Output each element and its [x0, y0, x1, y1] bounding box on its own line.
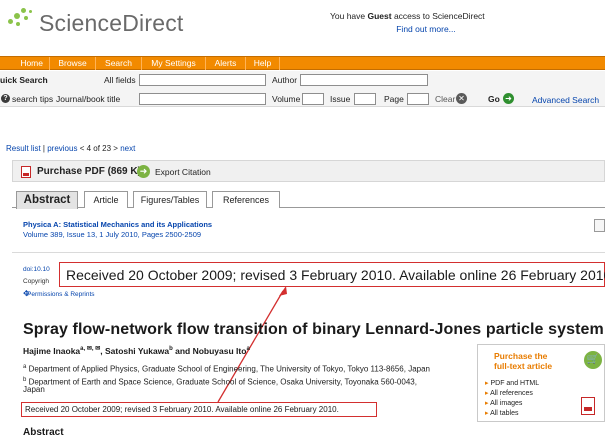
purchase-title: Purchase the full-text article	[494, 351, 552, 371]
pdf-icon	[581, 397, 595, 415]
affiliation-b: b Department of Earth and Space Science,…	[23, 375, 417, 388]
cart-icon[interactable]: 🛒	[584, 351, 602, 369]
author-sup: a	[246, 346, 250, 352]
affiliation-text: Japan	[23, 385, 45, 394]
sidebar-item-images: All images	[485, 399, 522, 407]
author-sup: a, ✉, ✉	[80, 346, 101, 352]
author-sep: and	[172, 345, 193, 356]
purchase-sidebar[interactable]: Purchase the full-text article 🛒 PDF and…	[477, 344, 605, 422]
author-name[interactable]: Hajime Inaoka	[23, 346, 80, 356]
article-title: Spray flow-network flow transition of bi…	[23, 321, 604, 338]
article-dates: Received 20 October 2009; revised 3 Febr…	[25, 405, 339, 414]
sidebar-item-references: All references	[485, 389, 533, 397]
purchase-title-line: full-text article	[494, 361, 553, 371]
affiliation-b-cont: Japan	[23, 385, 45, 395]
sidebar-item-pdf-html: PDF and HTML	[485, 379, 539, 387]
abstract-heading: Abstract	[23, 427, 64, 438]
author-name[interactable]: Nobuyasu Ito	[193, 346, 247, 356]
author-name[interactable]: Satoshi Yukawa	[105, 346, 169, 356]
affiliation-sup: a	[23, 364, 27, 370]
sidebar-item-tables: All tables	[485, 409, 518, 417]
purchase-title-line: Purchase the	[494, 351, 548, 361]
affiliation-sup: b	[23, 377, 27, 383]
affiliation-a: a Department of Applied Physics, Graduat…	[23, 362, 430, 375]
dates-highlight-box: Received 20 October 2009; revised 3 Febr…	[21, 402, 377, 417]
affiliation-text: Department of Applied Physics, Graduate …	[28, 364, 430, 374]
author-list: Hajime Inaokaa, ✉, ✉, Satoshi Yukawab an…	[23, 345, 250, 356]
affiliation-text: Department of Earth and Space Science, G…	[28, 377, 417, 387]
